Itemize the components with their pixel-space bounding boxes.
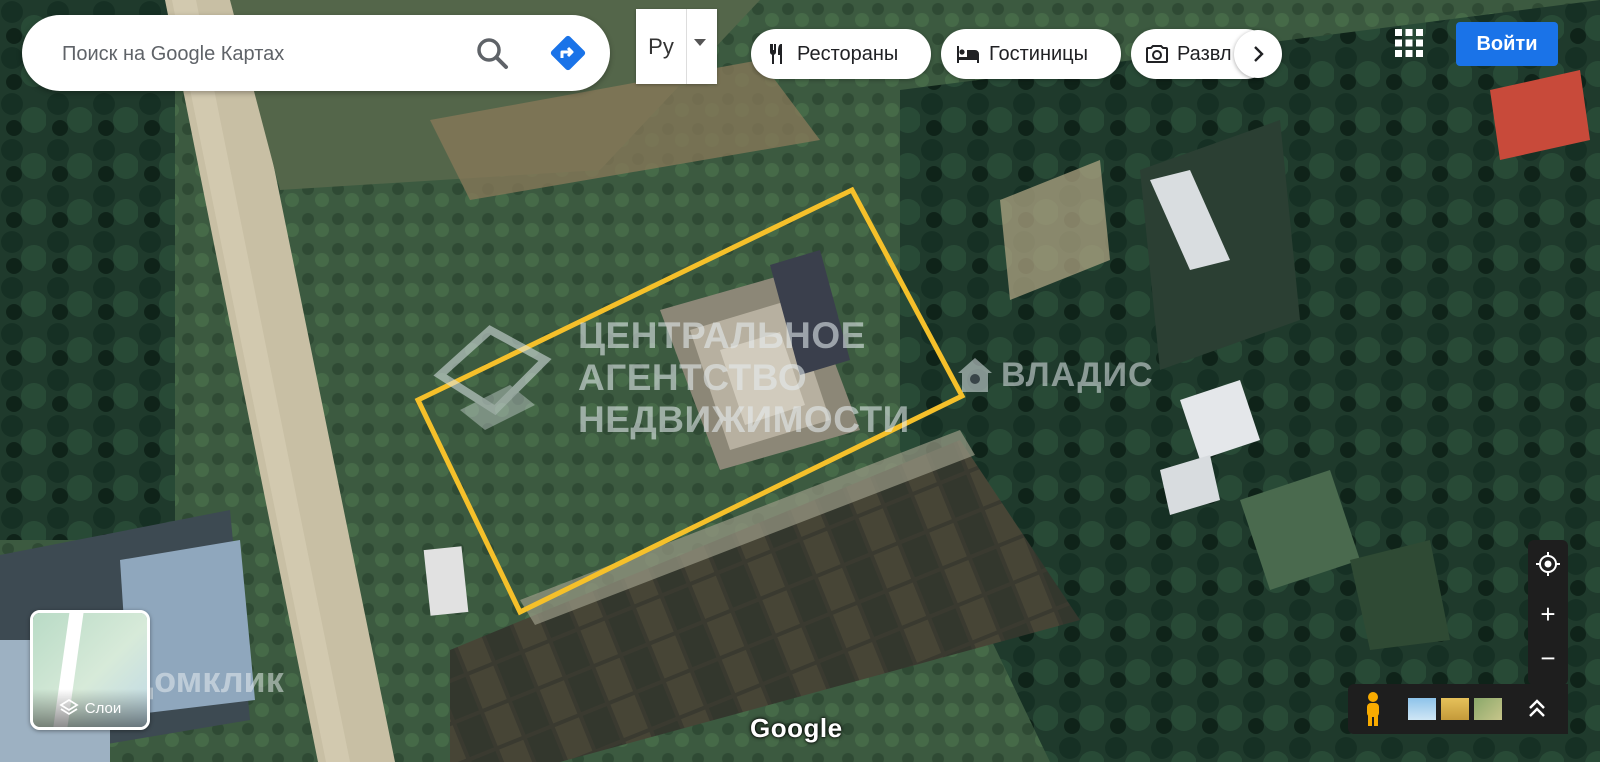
bed-icon — [957, 46, 979, 63]
apps-grid-icon — [1395, 29, 1423, 57]
imagery-thumb-3[interactable] — [1474, 698, 1502, 720]
my-location-button[interactable] — [1528, 544, 1568, 584]
chip-restaurants[interactable]: Рестораны — [751, 29, 931, 79]
pegman-icon — [1367, 692, 1379, 726]
search-icon — [477, 38, 508, 69]
chip-hotels[interactable]: Гостиницы — [941, 29, 1121, 79]
search-box — [22, 15, 610, 93]
my-location-icon — [1536, 552, 1560, 576]
satellite-map[interactable] — [0, 0, 1600, 762]
chevron-right-icon — [1254, 46, 1264, 62]
layers-label-row: Слои — [33, 689, 147, 727]
layers-button[interactable]: Слои — [30, 610, 150, 730]
search-input[interactable] — [60, 15, 464, 93]
search-button[interactable] — [472, 33, 512, 73]
input-tools: Ру — [636, 9, 717, 84]
input-tools-button[interactable]: Ру — [636, 9, 686, 84]
zoom-out-button[interactable]: − — [1528, 638, 1568, 678]
directions-icon — [550, 35, 586, 71]
chip-label: Развл — [1177, 42, 1232, 65]
pegman-button[interactable] — [1358, 691, 1388, 727]
fork-knife-icon — [770, 44, 782, 64]
imagery-thumb-2[interactable] — [1441, 698, 1469, 720]
imagery-bar — [1348, 684, 1568, 734]
chevron-down-icon[interactable] — [694, 39, 706, 46]
google-apps-button[interactable] — [1392, 26, 1426, 60]
divider — [686, 9, 687, 84]
signin-button[interactable]: Войти — [1456, 22, 1558, 66]
layers-label: Слои — [84, 699, 122, 717]
directions-button[interactable] — [548, 33, 588, 73]
google-logo: Google — [750, 713, 843, 743]
layers-icon — [59, 698, 79, 716]
expand-button[interactable] — [1524, 696, 1550, 722]
chevron-up-double-icon — [1529, 699, 1545, 717]
chip-label: Гостиницы — [989, 42, 1088, 65]
chip-label: Рестораны — [797, 42, 899, 65]
map-controls: + − — [1528, 540, 1568, 685]
zoom-in-button[interactable]: + — [1528, 594, 1568, 634]
imagery-thumb-1[interactable] — [1408, 698, 1436, 720]
camera-icon — [1146, 45, 1168, 63]
chips-next-button[interactable] — [1234, 30, 1282, 78]
